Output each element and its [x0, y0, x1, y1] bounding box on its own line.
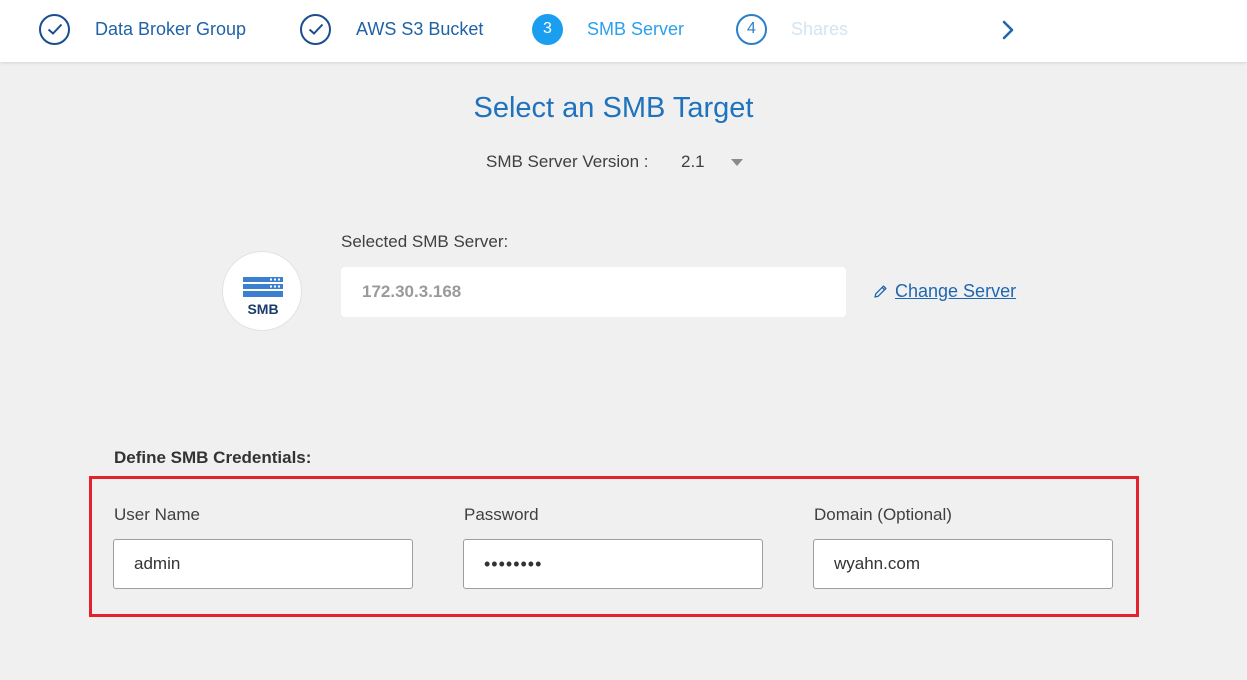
username-label: User Name — [114, 505, 200, 524]
password-input[interactable]: •••••••• — [463, 539, 763, 589]
change-server-label: Change Server — [895, 281, 1017, 301]
smb-version-value: 2.1 — [681, 152, 705, 171]
username-input[interactable]: admin — [113, 539, 413, 589]
chevron-right-icon[interactable] — [998, 18, 1018, 42]
smb-version-row: SMB Server Version : 2.1 — [486, 150, 743, 174]
check-icon — [39, 13, 70, 45]
server-icon — [243, 277, 283, 297]
step-label: AWS S3 Bucket — [356, 18, 484, 39]
smb-version-dropdown[interactable]: 2.1 — [681, 150, 751, 174]
password-label: Password — [464, 505, 539, 524]
step-aws-s3-bucket[interactable]: AWS S3 Bucket — [300, 12, 483, 46]
wizard-step-bar: Data Broker Group AWS S3 Bucket 3 SMB Se… — [0, 0, 1247, 62]
caret-down-icon — [730, 158, 743, 166]
domain-label: Domain (Optional) — [814, 505, 952, 524]
selected-server-label: Selected SMB Server: — [341, 232, 509, 251]
step-label: SMB Server — [587, 18, 685, 39]
step-number: 3 — [532, 13, 563, 45]
check-icon — [300, 13, 331, 45]
step-label: Data Broker Group — [95, 18, 247, 39]
step-data-broker-group[interactable]: Data Broker Group — [39, 12, 246, 46]
selected-server-field: 172.30.3.168 — [341, 267, 846, 317]
smb-server-icon: SMB — [222, 251, 302, 331]
step-number: 4 — [736, 13, 767, 45]
change-server-link[interactable]: Change Server — [873, 281, 1016, 302]
smb-icon-label: SMB — [247, 301, 279, 317]
step-label: Shares — [791, 18, 849, 39]
step-smb-server[interactable]: 3 SMB Server — [532, 12, 684, 46]
step-shares[interactable]: 4 Shares — [736, 12, 848, 46]
domain-input[interactable]: wyahn.com — [813, 539, 1113, 589]
pencil-icon — [874, 285, 887, 298]
page-title: Select an SMB Target — [473, 92, 754, 124]
credentials-heading: Define SMB Credentials: — [114, 448, 312, 467]
smb-version-label: SMB Server Version : — [486, 152, 649, 171]
